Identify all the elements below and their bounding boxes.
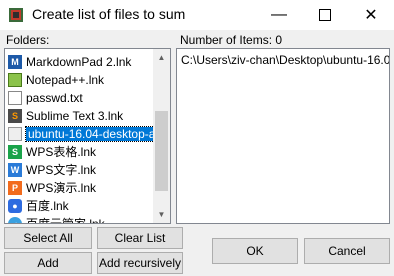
notepadpp-icon [8,72,22,87]
markdownpad-icon: M [8,54,22,69]
folder-item-label: MarkdownPad 2.lnk [26,54,132,69]
select-all-button[interactable]: Select All [4,227,92,249]
scroll-down-icon[interactable]: ▼ [153,206,170,223]
clear-list-label: Clear List [114,231,166,245]
add-label: Add [37,256,59,270]
folder-item[interactable]: S Sublime Text 3.lnk [6,106,156,125]
items-count-label: Number of Items: 0 [180,33,283,47]
folder-item-label: Notepad++.lnk [26,72,105,87]
ok-label: OK [246,244,264,258]
folder-item-label: Sublime Text 3.lnk [26,108,124,123]
folder-item[interactable]: M MarkdownPad 2.lnk [6,52,156,71]
items-list-entry[interactable]: C:\Users\ziv-chan\Desktop\ubuntu-16.0 [181,53,389,67]
sublime-icon: S [8,108,22,123]
folders-list[interactable]: M MarkdownPad 2.lnk Notepad++.lnk passwd… [4,48,171,224]
folder-item-selected[interactable]: ubuntu-16.04-desktop-amd [6,124,170,143]
maximize-icon [319,9,331,21]
folders-scrollbar[interactable]: ▲ ▼ [153,49,170,223]
minimize-button[interactable]: — [256,0,302,30]
app-icon [9,8,23,22]
add-button[interactable]: Add [4,252,92,274]
scroll-thumb[interactable] [155,111,168,191]
clear-list-button[interactable]: Clear List [97,227,183,249]
cancel-button[interactable]: Cancel [304,238,390,264]
window-title: Create list of files to sum [32,6,186,22]
folder-item[interactable]: ☁ 百度云管家.lnk [6,214,156,224]
folder-item-label: WPS文字.lnk [26,163,97,177]
baidu-icon: ● [8,198,22,213]
title-bar: Create list of files to sum — ✕ [0,0,394,30]
folder-item-label: 百度云管家.lnk [26,217,105,224]
folder-item-label: passwd.txt [26,90,83,105]
maximize-button[interactable] [302,0,348,30]
folder-item[interactable]: P WPS演示.lnk [6,178,156,197]
cancel-label: Cancel [328,244,366,258]
close-icon: ✕ [364,7,378,24]
folder-item-label: WPS演示.lnk [26,181,97,195]
close-button[interactable]: ✕ [348,0,394,30]
add-recursively-button[interactable]: Add recursively [97,252,183,274]
folder-item-label: WPS表格.lnk [26,145,97,159]
folder-item[interactable]: passwd.txt [6,88,156,107]
wps-spreadsheet-icon: S [8,144,22,159]
folder-item[interactable]: ● 百度.lnk [6,196,156,215]
folder-item[interactable]: Notepad++.lnk [6,70,156,89]
items-list[interactable]: C:\Users\ziv-chan\Desktop\ubuntu-16.0 [176,48,390,224]
add-recursively-label: Add recursively [98,256,182,270]
folder-item-label: ubuntu-16.04-desktop-amd [24,125,170,142]
folder-item[interactable]: W WPS文字.lnk [6,160,156,179]
ok-button[interactable]: OK [212,238,298,264]
select-all-label: Select All [23,231,73,245]
folder-item-label: 百度.lnk [26,199,69,213]
folders-label: Folders: [6,33,50,47]
text-file-icon [8,90,22,105]
wps-presentation-icon: P [8,180,22,195]
disk-image-icon [8,126,22,141]
baidu-cloud-icon: ☁ [8,216,22,223]
folder-item[interactable]: S WPS表格.lnk [6,142,156,161]
wps-writer-icon: W [8,162,22,177]
scroll-up-icon[interactable]: ▲ [153,49,170,66]
minimize-icon: — [271,6,287,23]
